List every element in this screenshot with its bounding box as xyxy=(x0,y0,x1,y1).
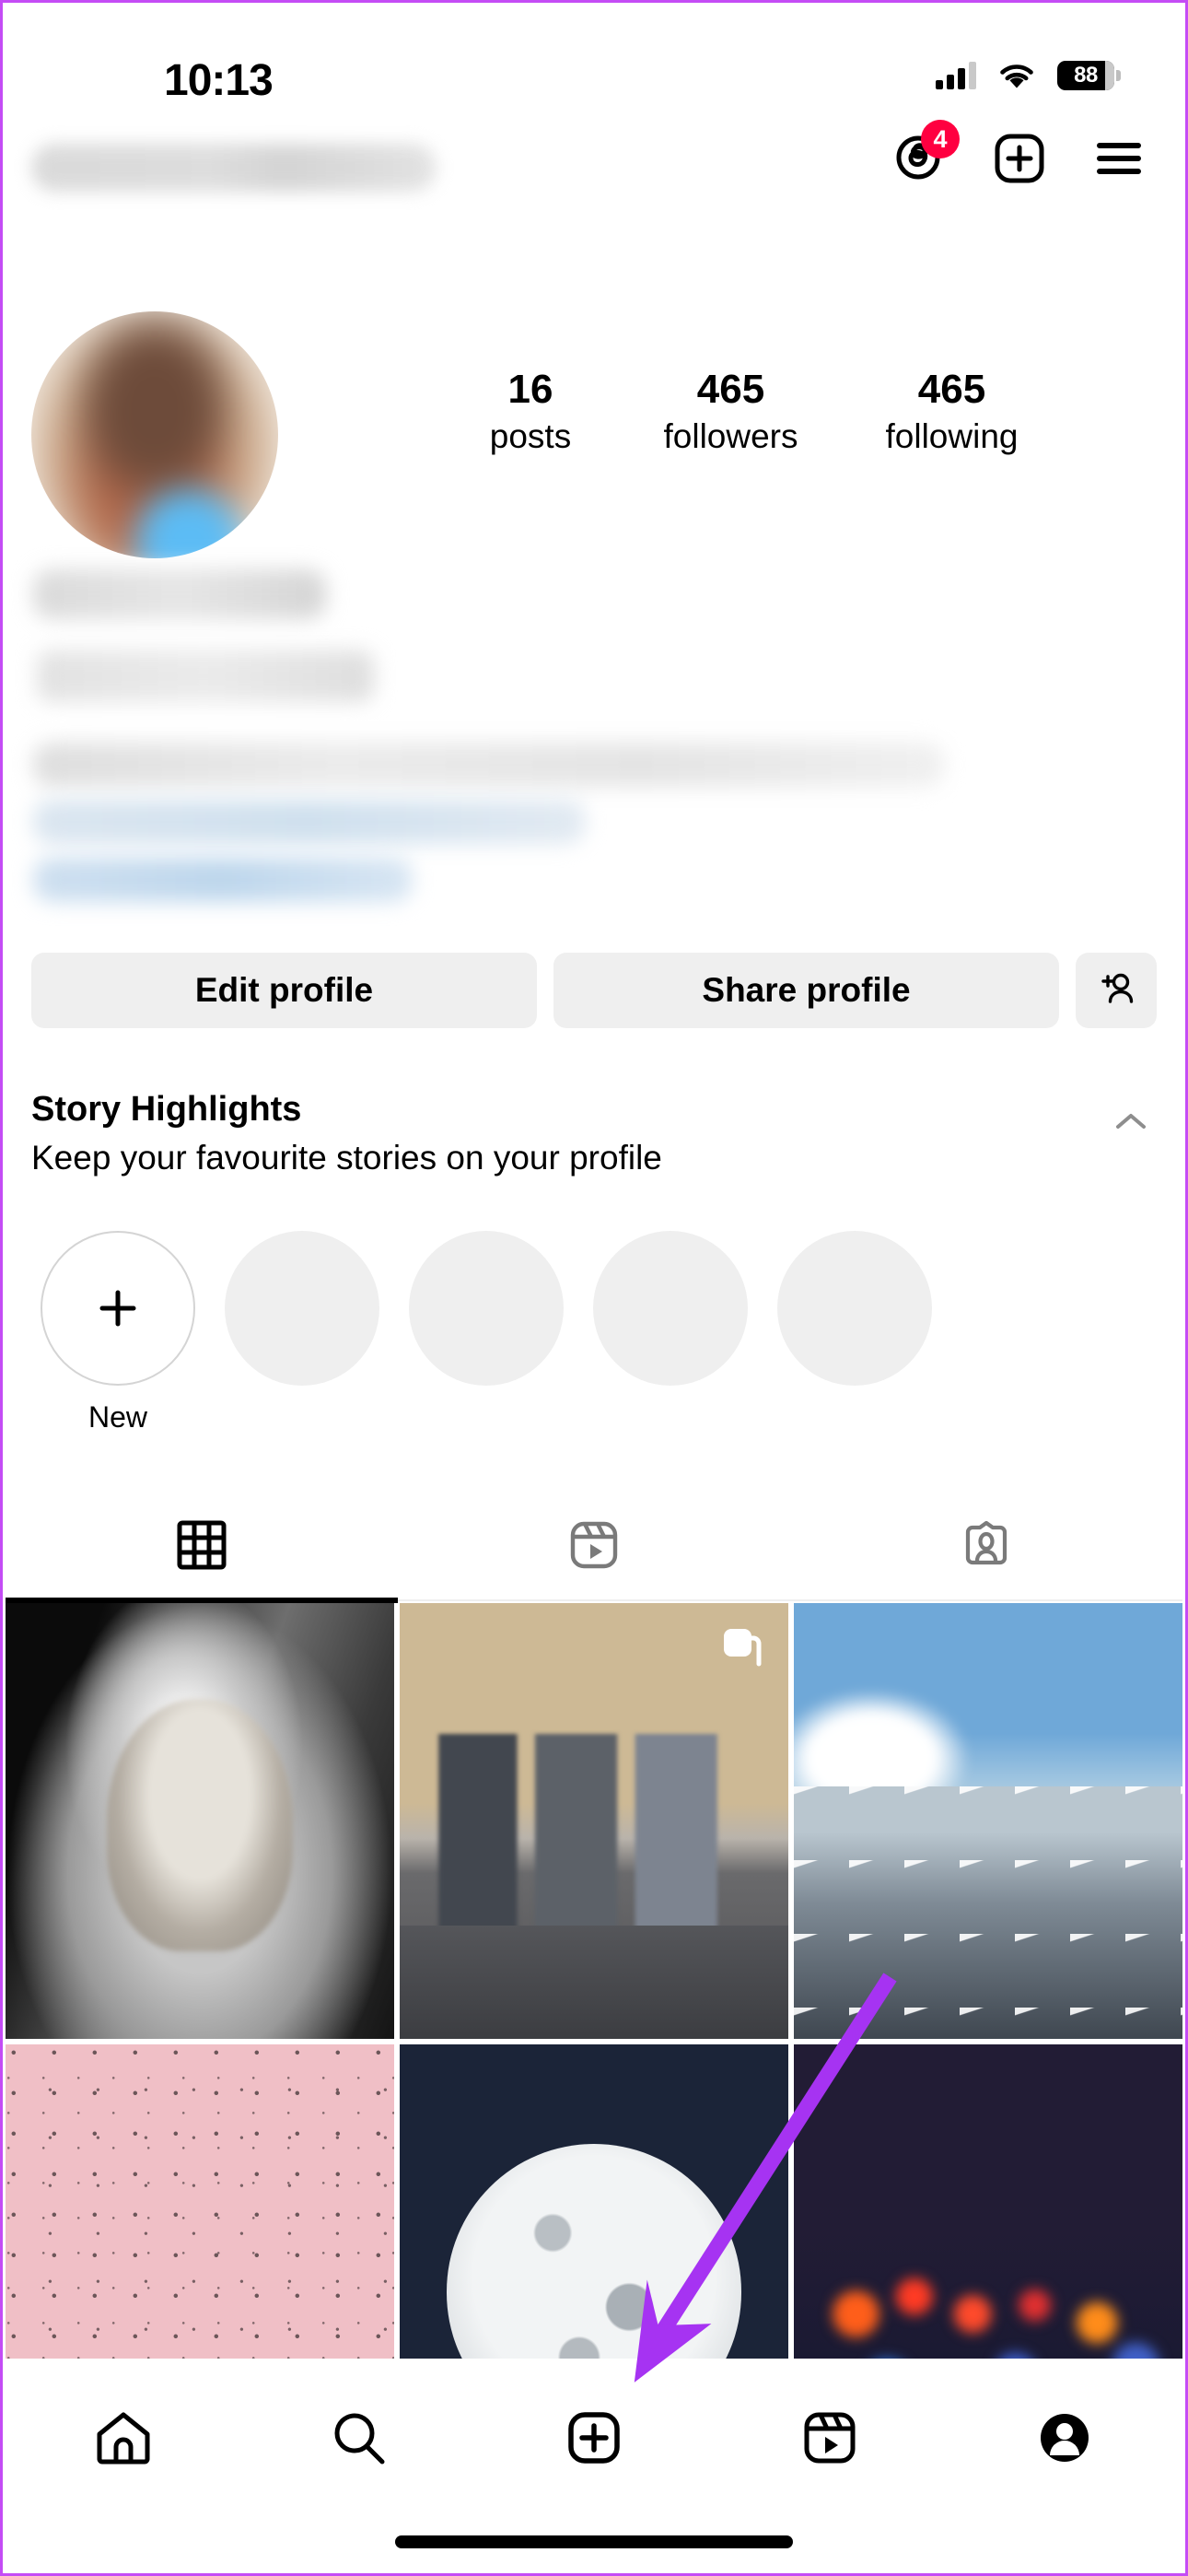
hamburger-menu-icon xyxy=(1097,143,1141,174)
carousel-icon xyxy=(724,1629,762,1667)
plus-square-icon xyxy=(995,134,1044,183)
avatar[interactable] xyxy=(31,311,278,558)
tab-tagged[interactable] xyxy=(790,1489,1182,1601)
tagged-icon xyxy=(965,1520,1007,1565)
story-highlights-header: Story Highlights Keep your favourite sto… xyxy=(31,1088,1157,1180)
phone-screen: 10:13 88 4 16 posts 465 followers 465 fo… xyxy=(6,6,1182,2570)
profile-action-buttons: Edit profile Share profile xyxy=(31,953,1157,1028)
create-post-button[interactable] xyxy=(991,127,1048,184)
post-thumbnail[interactable] xyxy=(400,1603,788,2039)
threads-button[interactable]: 4 xyxy=(891,120,960,184)
followers-count: 465 xyxy=(696,367,765,412)
highlight-placeholder[interactable] xyxy=(409,1231,564,1386)
story-highlights-title: Story Highlights xyxy=(31,1090,302,1129)
battery-level-text: 88 xyxy=(1074,63,1098,88)
highlight-placeholder[interactable] xyxy=(777,1231,932,1386)
story-highlights-collapse-button[interactable] xyxy=(1112,1108,1149,1139)
annotated-screenshot-frame: 10:13 88 4 16 posts 465 followers 465 fo… xyxy=(0,0,1188,2576)
profile-name-redacted xyxy=(33,569,326,619)
highlight-new-label: New xyxy=(87,1400,147,1434)
status-bar: 10:13 88 xyxy=(6,6,1182,114)
avatar-image-blurred xyxy=(31,311,278,558)
status-bar-clock: 10:13 xyxy=(164,56,274,105)
nav-reels[interactable] xyxy=(712,2394,948,2482)
app-header: 4 xyxy=(6,114,1182,223)
posts-label: posts xyxy=(489,416,572,455)
header-actions: 4 xyxy=(891,120,1147,184)
reels-icon xyxy=(570,1521,618,1569)
posts-count: 16 xyxy=(507,367,553,412)
edit-profile-button[interactable]: Edit profile xyxy=(31,953,537,1028)
story-highlights-list: New xyxy=(41,1231,932,1434)
profile-category-redacted xyxy=(37,650,374,702)
create-icon xyxy=(568,2412,620,2464)
cellular-bars-icon xyxy=(936,62,976,89)
following-count: 465 xyxy=(917,367,986,412)
stat-followers[interactable]: 465 followers xyxy=(623,367,839,460)
home-icon xyxy=(97,2412,150,2465)
battery-icon: 88 xyxy=(1057,61,1121,90)
bio-line-2-redacted xyxy=(33,800,586,844)
discover-people-button[interactable] xyxy=(1076,953,1157,1028)
post-thumbnail[interactable] xyxy=(794,1603,1182,2039)
stat-following[interactable]: 465 following xyxy=(839,367,1065,460)
post-thumbnail[interactable] xyxy=(6,1603,394,2039)
story-highlights-subtitle: Keep your favourite stories on your prof… xyxy=(31,1138,662,1177)
grid-icon xyxy=(177,1520,227,1570)
share-profile-button[interactable]: Share profile xyxy=(553,953,1059,1028)
tab-grid[interactable] xyxy=(6,1489,398,1603)
menu-button[interactable] xyxy=(1090,127,1147,184)
profile-content-tabs xyxy=(6,1489,1182,1603)
nav-home[interactable] xyxy=(6,2394,241,2482)
profile-icon xyxy=(1041,2414,1089,2462)
bio-link-redacted[interactable] xyxy=(33,858,413,902)
nav-profile[interactable] xyxy=(947,2394,1182,2482)
highlight-placeholder[interactable] xyxy=(593,1231,748,1386)
tab-reels[interactable] xyxy=(398,1489,790,1601)
bio-line-1-redacted xyxy=(33,743,945,787)
post-grid xyxy=(6,1603,1182,2480)
profile-username-redacted[interactable] xyxy=(31,144,437,192)
nav-create[interactable] xyxy=(476,2394,712,2482)
highlight-placeholder[interactable] xyxy=(225,1231,379,1386)
reels-icon xyxy=(804,2412,856,2464)
chevron-up-icon xyxy=(1116,1114,1146,1129)
followers-label: followers xyxy=(663,416,798,455)
threads-unread-badge: 4 xyxy=(921,120,960,158)
home-indicator xyxy=(395,2535,793,2548)
nav-search[interactable] xyxy=(241,2394,477,2482)
following-label: following xyxy=(885,416,1019,455)
wifi-icon xyxy=(1000,64,1033,88)
highlight-new[interactable]: New xyxy=(41,1231,195,1434)
stat-posts[interactable]: 16 posts xyxy=(438,367,623,460)
search-icon xyxy=(334,2413,385,2465)
profile-stats: 16 posts 465 followers 465 following xyxy=(438,367,1146,460)
status-bar-indicators: 88 xyxy=(936,61,1121,90)
add-person-icon xyxy=(1101,973,1134,1003)
plus-icon xyxy=(99,1290,136,1327)
